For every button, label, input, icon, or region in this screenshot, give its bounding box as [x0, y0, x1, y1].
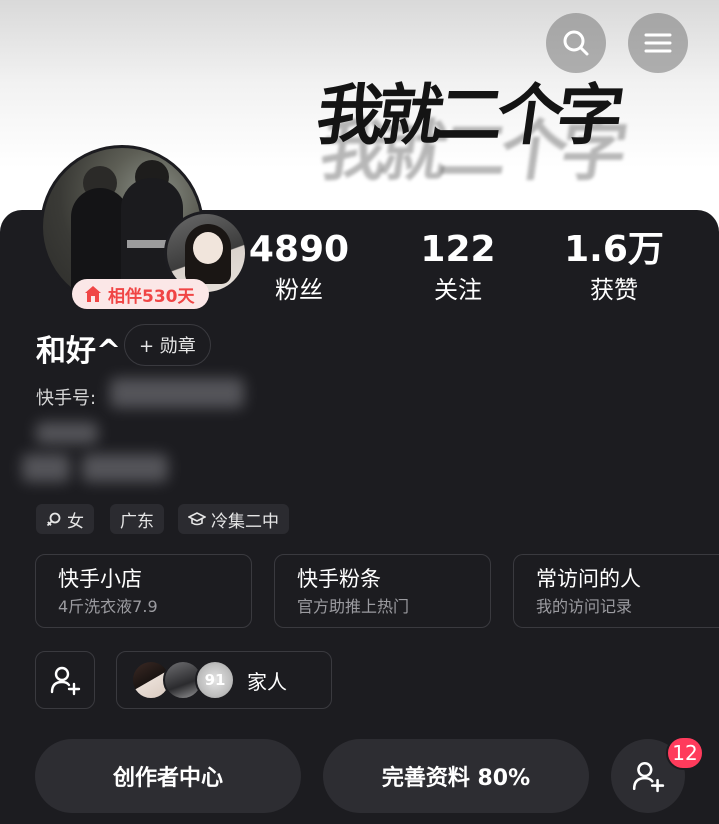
search-button[interactable] [546, 13, 606, 73]
family-label: 家人 [247, 669, 287, 694]
stat-label: 关注 [434, 276, 482, 304]
stat-likes[interactable]: 1.6万 获赞 [544, 228, 684, 306]
graduation-cap-icon [188, 512, 206, 526]
card-subtitle: 官方助推上热门 [297, 597, 410, 616]
kuaishou-id-label: 快手号: [36, 388, 97, 409]
kuaishou-id-value-redacted [110, 378, 244, 408]
tag-gender[interactable]: 女 [36, 504, 94, 534]
card-subtitle: 我的访问记录 [536, 597, 633, 616]
stat-following[interactable]: 122 关注 [388, 228, 528, 306]
menu-button[interactable] [628, 13, 688, 73]
stat-value: 122 [420, 229, 496, 270]
stat-value: 1.6万 [564, 229, 664, 270]
add-friend-button[interactable] [35, 651, 95, 709]
complete-profile-button[interactable]: 完善资料 80% [323, 739, 589, 813]
stat-label: 获赞 [590, 276, 638, 304]
stat-value: 4890 [248, 229, 350, 270]
username: 和好^ [36, 334, 122, 369]
creator-center-button[interactable]: 创作者中心 [35, 739, 301, 813]
female-icon [46, 512, 61, 527]
house-icon [85, 286, 101, 302]
stat-followers[interactable]: 4890 粉丝 [229, 228, 369, 306]
add-user-icon [50, 666, 81, 696]
card-title: 快手小店 [58, 567, 142, 591]
tag-label: 冷集二中 [211, 511, 279, 532]
stat-label: 粉丝 [275, 276, 323, 304]
card-title: 常访问的人 [536, 567, 641, 591]
tag-school[interactable]: 冷集二中 [178, 504, 289, 534]
add-user-icon [632, 761, 665, 793]
card-frequent-visitors[interactable]: 常访问的人 我的访问记录 [513, 554, 719, 628]
companion-badge-label: 相伴530天 [108, 286, 195, 307]
companion-badge[interactable]: 相伴530天 [72, 279, 209, 309]
bio-redacted [22, 454, 70, 482]
hamburger-icon [644, 33, 672, 53]
tag-label: 广东 [120, 511, 154, 532]
bio-redacted [36, 422, 98, 444]
bio-redacted [82, 454, 168, 482]
add-medal-button[interactable]: + 勋章 [124, 324, 211, 366]
card-kuaishou-shop[interactable]: 快手小店 4斤洗衣液7.9 [35, 554, 252, 628]
tag-label: 女 [67, 511, 84, 532]
card-kuaishou-promo[interactable]: 快手粉条 官方助推上热门 [274, 554, 491, 628]
card-title: 快手粉条 [297, 567, 381, 591]
card-subtitle: 4斤洗衣液7.9 [58, 597, 158, 616]
banner-text: 我就二个字 [311, 76, 623, 154]
tag-location[interactable]: 广东 [110, 504, 164, 534]
family-avatar: 91 [195, 660, 235, 700]
family-group[interactable]: 91 家人 [116, 651, 332, 709]
search-icon [563, 30, 589, 56]
notification-badge: 12 [666, 736, 704, 770]
